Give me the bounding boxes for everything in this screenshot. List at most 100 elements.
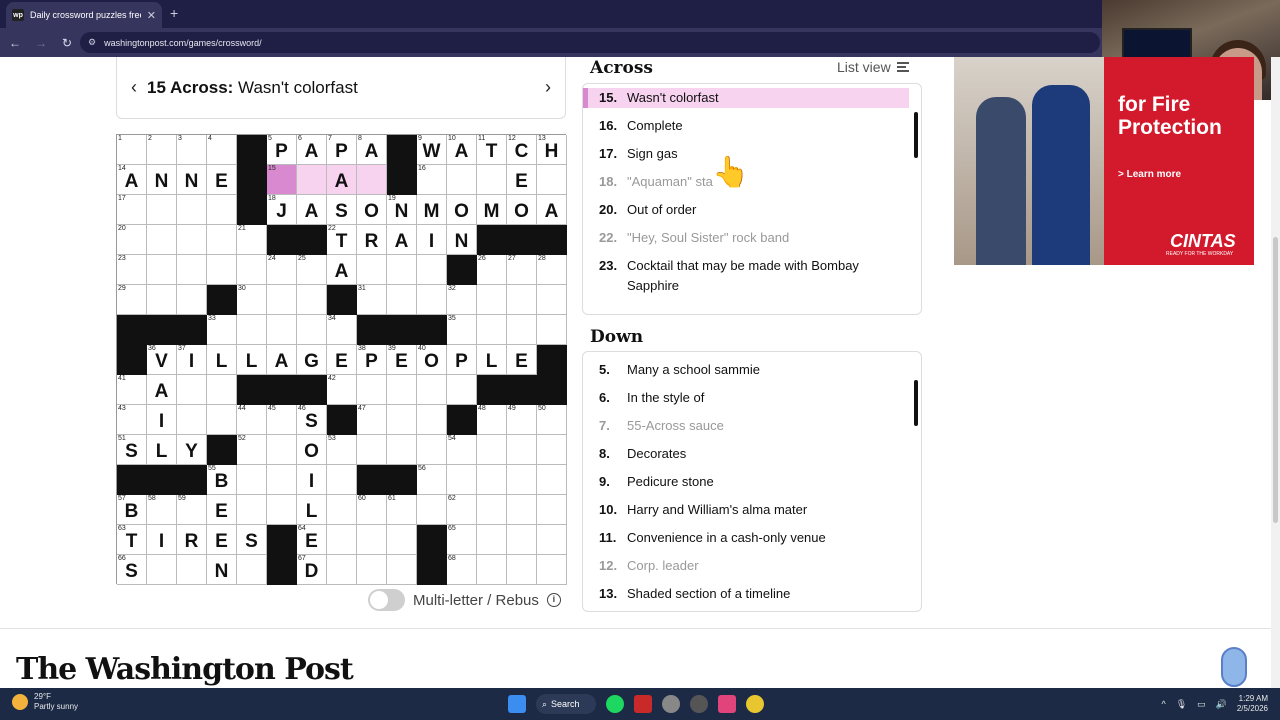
grid-cell[interactable]: 18 J (267, 195, 297, 225)
across-scrollbar[interactable] (914, 112, 918, 158)
grid-cell[interactable] (537, 555, 567, 585)
grid-cell[interactable]: 52 (237, 435, 267, 465)
back-icon[interactable]: ← (4, 36, 26, 50)
grid-cell[interactable]: 24 (267, 255, 297, 285)
grid-cell[interactable]: 41 (117, 375, 147, 405)
grid-cell[interactable]: L (237, 345, 267, 375)
across-clue-item[interactable]: 15. Wasn't colorfast (583, 88, 909, 108)
grid-cell[interactable] (477, 285, 507, 315)
grid-cell[interactable]: R (177, 525, 207, 555)
crossword-grid[interactable]: 1 2 3 4 5 P 6 A 7 P 8 A 9 W 10 A 11 T 12 C 13 H 14 A N N E 15 A 16 E 17… (116, 134, 567, 585)
grid-cell[interactable] (357, 375, 387, 405)
grid-cell[interactable]: 38 P (357, 345, 387, 375)
grid-cell[interactable]: A (387, 225, 417, 255)
grid-cell[interactable] (267, 465, 297, 495)
grid-cell[interactable] (507, 495, 537, 525)
grid-cell[interactable] (177, 555, 207, 585)
grid-cell[interactable]: 20 (117, 225, 147, 255)
grid-cell[interactable] (507, 435, 537, 465)
grid-cell[interactable]: R (357, 225, 387, 255)
down-clue-item[interactable]: 10. Harry and William's alma mater (583, 500, 909, 520)
grid-cell[interactable]: 31 (357, 285, 387, 315)
grid-cell[interactable]: 19 N (387, 195, 417, 225)
grid-cell[interactable] (147, 225, 177, 255)
grid-cell[interactable]: 27 (507, 255, 537, 285)
extension-badge-icon[interactable] (1221, 647, 1247, 687)
grid-cell[interactable]: 10 A (447, 135, 477, 165)
grid-cell[interactable]: P (447, 345, 477, 375)
grid-cell[interactable] (537, 435, 567, 465)
grid-cell[interactable]: 13 H (537, 135, 567, 165)
grid-cell[interactable]: A (537, 195, 567, 225)
grid-cell[interactable]: 17 (117, 195, 147, 225)
windows-start-icon[interactable] (508, 695, 526, 713)
grid-cell[interactable]: 54 (447, 435, 477, 465)
grid-cell[interactable]: M (477, 195, 507, 225)
grid-cell[interactable] (297, 285, 327, 315)
list-view-button[interactable]: List view (837, 59, 909, 75)
grid-cell[interactable] (477, 465, 507, 495)
grid-cell[interactable]: 15 (267, 165, 297, 195)
grid-cell[interactable]: 66 S (117, 555, 147, 585)
grid-cell[interactable]: N (147, 165, 177, 195)
grid-cell[interactable]: A (327, 255, 357, 285)
grid-cell[interactable]: S (237, 525, 267, 555)
grid-cell[interactable]: O (447, 195, 477, 225)
grid-cell[interactable] (387, 555, 417, 585)
site-info-icon[interactable]: ⚙ (88, 37, 96, 48)
grid-cell[interactable] (297, 165, 327, 195)
grid-cell[interactable]: E (207, 525, 237, 555)
grid-cell[interactable] (357, 165, 387, 195)
grid-cell[interactable] (147, 285, 177, 315)
grid-cell[interactable]: 28 (537, 255, 567, 285)
address-bar[interactable]: ⚙ washingtonpost.com/games/crossword/ (80, 32, 1100, 53)
grid-cell[interactable]: 43 (117, 405, 147, 435)
grid-cell[interactable] (207, 225, 237, 255)
grid-cell[interactable] (507, 555, 537, 585)
grid-cell[interactable]: 34 (327, 315, 357, 345)
grid-cell[interactable] (537, 315, 567, 345)
grid-cell[interactable]: 63 T (117, 525, 147, 555)
grid-cell[interactable]: O (297, 435, 327, 465)
grid-cell[interactable] (297, 315, 327, 345)
grid-cell[interactable] (267, 495, 297, 525)
grid-cell[interactable]: 3 (177, 135, 207, 165)
grid-cell[interactable]: 7P (327, 135, 357, 165)
grid-cell[interactable]: 44 (237, 405, 267, 435)
grid-cell[interactable] (357, 525, 387, 555)
next-clue-chevron-icon[interactable]: › (545, 77, 551, 98)
app-icon[interactable] (634, 695, 652, 713)
grid-cell[interactable]: 65 (447, 525, 477, 555)
grid-cell[interactable]: E (327, 345, 357, 375)
chevron-up-icon[interactable]: ^ (1161, 699, 1165, 709)
grid-cell[interactable]: I (147, 525, 177, 555)
grid-cell[interactable] (237, 315, 267, 345)
grid-cell[interactable]: S (327, 195, 357, 225)
grid-cell[interactable]: 25 (297, 255, 327, 285)
grid-cell[interactable]: 49 (507, 405, 537, 435)
grid-cell[interactable]: 32 (447, 285, 477, 315)
grid-cell[interactable] (417, 285, 447, 315)
rebus-toggle[interactable] (368, 589, 405, 611)
grid-cell[interactable] (267, 435, 297, 465)
grid-cell[interactable]: 5P (267, 135, 297, 165)
grid-cell[interactable] (147, 255, 177, 285)
app-icon[interactable] (690, 695, 708, 713)
grid-cell[interactable] (507, 465, 537, 495)
grid-cell[interactable]: 47 (357, 405, 387, 435)
grid-cell[interactable]: A (327, 165, 357, 195)
grid-cell[interactable] (267, 285, 297, 315)
grid-cell[interactable]: 48 (477, 405, 507, 435)
taskbar-search[interactable]: ⌕ Search (536, 694, 596, 714)
grid-cell[interactable]: 46 S (297, 405, 327, 435)
grid-cell[interactable]: 51 S (117, 435, 147, 465)
grid-cell[interactable]: Y (177, 435, 207, 465)
down-clue-item[interactable]: 5. Many a school sammie (583, 360, 909, 380)
grid-cell[interactable] (357, 255, 387, 285)
grid-cell[interactable] (177, 255, 207, 285)
grid-cell[interactable] (207, 255, 237, 285)
across-clue-item[interactable]: 22. "Hey, Soul Sister" rock band (583, 228, 909, 248)
grid-cell[interactable] (537, 495, 567, 525)
forward-icon[interactable]: → (30, 36, 52, 50)
volume-icon[interactable]: 🔊 (1216, 699, 1227, 710)
